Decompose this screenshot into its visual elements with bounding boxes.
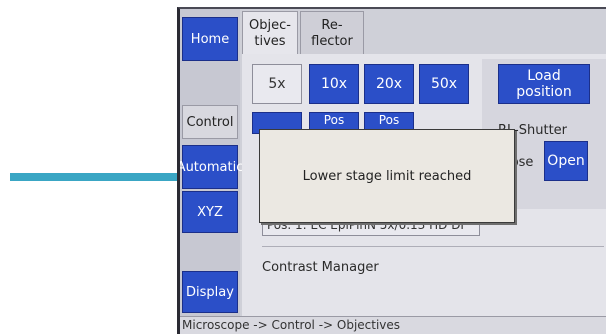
objective-20x-button[interactable]: 20x xyxy=(364,64,414,104)
objective-10x-button[interactable]: 10x xyxy=(309,64,359,104)
stage-limit-dialog[interactable]: Lower stage limit reached xyxy=(259,129,515,223)
xyz-button[interactable]: XYZ xyxy=(182,191,238,233)
tab-objectives-label: Objec- tives xyxy=(249,17,291,49)
control-label: Control xyxy=(186,114,234,130)
automatic-label: Automatic xyxy=(177,159,244,175)
breadcrumb: Microscope -> Control -> Objectives xyxy=(182,318,401,332)
dialog-message: Lower stage limit reached xyxy=(302,168,472,184)
control-button[interactable]: Control xyxy=(182,105,238,139)
xyz-label: XYZ xyxy=(197,204,223,220)
display-label: Display xyxy=(186,284,234,300)
tab-objectives[interactable]: Objec- tives xyxy=(242,11,298,55)
display-button[interactable]: Display xyxy=(182,271,238,313)
objective-5x-button[interactable]: 5x xyxy=(252,64,302,104)
objective-50x-button[interactable]: 50x xyxy=(419,64,469,104)
open-label: Open xyxy=(547,153,585,169)
tab-reflector[interactable]: Re- flector xyxy=(300,11,364,55)
tab-reflector-label: Re- flector xyxy=(311,17,353,49)
status-bar: Microscope -> Control -> Objectives xyxy=(180,316,606,334)
load-position-label: Load position xyxy=(516,68,572,100)
automatic-button[interactable]: Automatic xyxy=(180,145,243,189)
home-button[interactable]: Home xyxy=(182,17,238,61)
sidebar: Home Control Automatic XYZ Display xyxy=(180,9,243,319)
divider xyxy=(262,246,604,247)
load-position-button[interactable]: Load position xyxy=(498,64,590,104)
device-screen: Home Control Automatic XYZ Display Objec… xyxy=(177,7,606,334)
home-label: Home xyxy=(190,31,230,47)
contrast-manager-label: Contrast Manager xyxy=(262,260,379,275)
open-button[interactable]: Open xyxy=(544,141,588,181)
